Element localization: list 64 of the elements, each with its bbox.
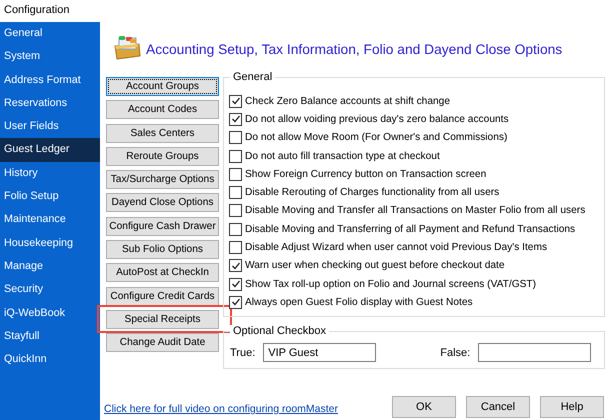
- checkbox-label: Show Foreign Currency button on Transaction screen: [245, 168, 486, 180]
- option-button[interactable]: Change Audit Date: [106, 333, 219, 352]
- sidebar-item[interactable]: Folio Setup: [0, 185, 100, 208]
- sidebar-item[interactable]: Manage: [0, 254, 100, 278]
- checkbox[interactable]: [229, 222, 242, 236]
- checkbox-label: Disable Adjust Wizard when user cannot void Previous Day's Items: [245, 242, 548, 254]
- checkbox[interactable]: [229, 278, 242, 291]
- option-button[interactable]: Sub Folio Options: [106, 240, 219, 260]
- option-button[interactable]: Special Receipts: [106, 310, 219, 329]
- field-label: True:: [230, 346, 256, 359]
- checkbox-label: Disable Rerouting of Charges functionality from all users: [245, 187, 500, 198]
- sidebar-item[interactable]: System: [0, 45, 100, 69]
- checkbox[interactable]: [229, 94, 242, 108]
- sidebar-item[interactable]: Address Format: [0, 68, 100, 92]
- option-button[interactable]: Sales Centers: [106, 124, 219, 143]
- sidebar-item[interactable]: QuickInn: [0, 348, 100, 372]
- sidebar-item[interactable]: Maintenance: [0, 208, 100, 232]
- option-button[interactable]: Configure Credit Cards: [106, 286, 219, 306]
- sidebar-item[interactable]: Reservations: [0, 92, 100, 116]
- dialog-button[interactable]: OK: [392, 396, 456, 418]
- option-button[interactable]: Account Codes: [106, 100, 219, 120]
- checkbox[interactable]: [229, 168, 242, 181]
- sidebar-item[interactable]: General: [0, 22, 100, 46]
- sidebar-item[interactable]: iQ-WebBook: [0, 302, 100, 325]
- sidebar-item[interactable]: User Fields: [0, 115, 100, 138]
- input-field[interactable]: [478, 343, 592, 362]
- checkbox-label: Show Tax roll-up option on Folio and Journal screens (VAT/GST): [245, 278, 536, 290]
- window-title: Configuration: [3, 3, 70, 18]
- checkbox-label: Warn user when checking out guest before checkout date: [245, 260, 505, 272]
- option-button[interactable]: Dayend Close Options: [106, 193, 219, 212]
- option-button[interactable]: Account Groups: [106, 77, 219, 96]
- checkbox-label: Check Zero Balance accounts at shift change: [245, 96, 450, 107]
- sidebar-item[interactable]: Security: [0, 278, 100, 302]
- option-button[interactable]: Reroute Groups: [106, 146, 219, 166]
- checkbox[interactable]: [229, 259, 242, 272]
- option-button[interactable]: Tax/Surcharge Options: [106, 170, 219, 190]
- dialog-button[interactable]: Cancel: [466, 396, 530, 418]
- video-link[interactable]: Click here for full video on configuring roomMaster: [104, 403, 338, 415]
- checkbox[interactable]: [229, 204, 242, 218]
- checkbox-label: Do not allow Move Room (For Owner's and Commissions): [245, 132, 508, 144]
- sidebar-item[interactable]: Stayfull: [0, 324, 100, 348]
- option-button[interactable]: AutoPost at CheckIn: [106, 263, 219, 282]
- checkbox-label: Always open Guest Folio display with Guest Notes: [245, 296, 473, 308]
- sidebar-item[interactable]: Guest Ledger: [0, 138, 100, 162]
- checkbox-label: Disable Moving and Transferring of all Payment and Refund Transactions: [245, 224, 576, 235]
- sidebar-item[interactable]: History: [0, 162, 100, 186]
- card-file-icon: [112, 34, 142, 60]
- checkbox[interactable]: [229, 186, 242, 200]
- group-legend: Optional Checkbox: [230, 324, 329, 337]
- checkbox[interactable]: [229, 150, 242, 163]
- checkbox-label: Do not allow voiding previous day's zero balance accounts: [245, 114, 509, 125]
- group-legend: General: [230, 71, 276, 83]
- field-label: False:: [440, 346, 470, 359]
- dialog-button[interactable]: Help: [540, 396, 604, 418]
- section-title: Accounting Setup, Tax Information, Folio and Dayend Close Options: [146, 42, 562, 56]
- checkbox[interactable]: [229, 241, 242, 254]
- checkbox[interactable]: [229, 131, 242, 144]
- checkbox-label: Disable Moving and Transfer all Transactions on Master Folio from all users: [245, 205, 586, 216]
- sidebar-item[interactable]: Housekeeping: [0, 232, 100, 255]
- checkbox[interactable]: [229, 296, 242, 309]
- checkbox-label: Do not auto fill transaction type at checkout: [245, 150, 440, 162]
- checkbox[interactable]: [229, 112, 242, 126]
- option-button[interactable]: Configure Cash Drawer: [106, 216, 219, 236]
- input-field[interactable]: VIP Guest: [263, 343, 376, 362]
